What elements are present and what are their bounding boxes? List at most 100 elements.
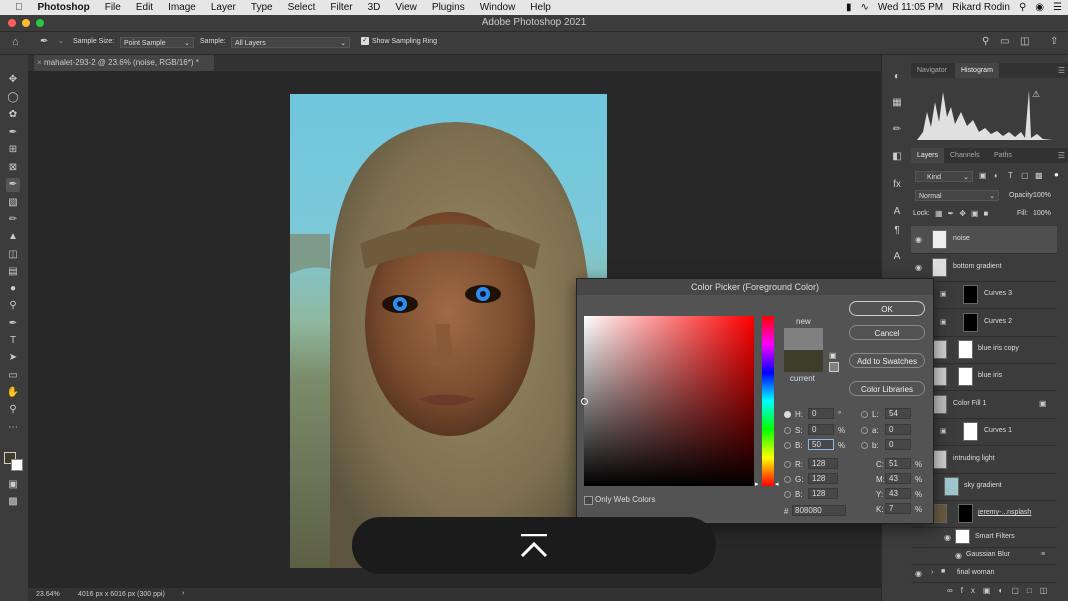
menu-view[interactable]: View xyxy=(395,2,417,13)
filter-toggle-icon[interactable]: ● xyxy=(1054,170,1059,179)
lab-b-input[interactable]: 0 xyxy=(885,439,911,450)
web-safe-swatch[interactable] xyxy=(829,362,839,372)
chevron-right-icon[interactable]: › xyxy=(931,569,933,576)
filter-type-icon[interactable]: T xyxy=(1008,171,1013,180)
chevron-up-icon[interactable] xyxy=(520,534,548,558)
h-radio[interactable] xyxy=(784,411,791,418)
r-input[interactable]: 128 xyxy=(808,458,838,469)
y-input[interactable]: 43 xyxy=(885,488,911,499)
hand-tool-icon[interactable]: ✋ xyxy=(6,386,20,400)
eye-icon[interactable]: ◉ xyxy=(944,533,951,542)
document-photo[interactable] xyxy=(290,94,607,568)
pen-tool-icon[interactable]: ✒ xyxy=(6,317,20,331)
lab-b-radio[interactable] xyxy=(861,442,868,449)
s-input[interactable]: 0 xyxy=(808,424,834,435)
r-radio[interactable] xyxy=(784,461,791,468)
path-select-tool-icon[interactable]: ➤ xyxy=(6,351,20,365)
chevron-down-icon[interactable]: ⌄ xyxy=(58,37,64,45)
background-color-swatch[interactable] xyxy=(11,459,23,471)
menu-app-name[interactable]: Photoshop xyxy=(38,2,90,13)
document-tab[interactable]: × mahalet-293-2 @ 23.6% (noise, RGB/16*)… xyxy=(34,55,214,71)
warning-icon[interactable]: ⚠ xyxy=(1032,89,1040,100)
marquee-tool-icon[interactable]: ◯ xyxy=(6,91,20,105)
eyedropper-preset-icon[interactable]: ✒ xyxy=(40,36,48,47)
add-to-swatches-button[interactable]: Add to Swatches xyxy=(849,353,925,368)
ok-button[interactable]: OK xyxy=(849,301,925,316)
eye-icon[interactable]: ◉ xyxy=(915,569,922,578)
color-libraries-button[interactable]: Color Libraries xyxy=(849,381,925,396)
battery-icon[interactable]: ▮ xyxy=(846,2,852,13)
hex-input[interactable]: 808080 xyxy=(792,505,846,516)
tab-layers[interactable]: Layers xyxy=(911,148,945,163)
show-ring-checkbox[interactable]: ✓ xyxy=(361,37,369,45)
layer-row-final-woman[interactable]: ◉ › ■ final woman xyxy=(911,565,1057,583)
notification-icon[interactable]: ☰ xyxy=(1053,2,1062,13)
lasso-tool-icon[interactable]: ✿ xyxy=(6,108,20,122)
filter-options-icon[interactable]: ≡ xyxy=(1041,551,1045,558)
color-panel-icon[interactable]: ◐ xyxy=(890,70,904,84)
control-center-icon[interactable]: ◉ xyxy=(1035,2,1044,13)
zoom-tool-icon[interactable]: ⚲ xyxy=(6,403,20,417)
h-input[interactable]: 0 xyxy=(808,408,834,419)
screen-mode-icon[interactable]: ▩ xyxy=(6,495,20,509)
blue-radio[interactable] xyxy=(784,491,791,498)
menu-type[interactable]: Type xyxy=(251,2,273,13)
workspace-icon[interactable]: ▭ xyxy=(1000,36,1009,47)
opacity-value[interactable]: 100% xyxy=(1033,192,1051,199)
menu-window[interactable]: Window xyxy=(480,2,516,13)
filter-shape-icon[interactable]: ▢ xyxy=(1021,171,1029,180)
wifi-icon[interactable]: ∿ xyxy=(861,2,869,13)
dodge-tool-icon[interactable]: ⚲ xyxy=(6,299,20,313)
menu-plugins[interactable]: Plugins xyxy=(432,2,465,13)
spotlight-icon[interactable]: ⚲ xyxy=(1019,2,1026,13)
cube-warning-icon[interactable]: ▣ xyxy=(829,351,837,360)
sample-select[interactable]: All Layers ⌄ xyxy=(231,37,350,48)
eraser-tool-icon[interactable]: ◫ xyxy=(6,248,20,262)
panel-menu-icon[interactable]: ☰ xyxy=(1058,66,1065,75)
gradient-tool-icon[interactable]: ▤ xyxy=(6,265,20,279)
only-web-colors-checkbox[interactable] xyxy=(584,496,593,505)
hue-slider-right-arrow-icon[interactable]: ◂ xyxy=(775,480,779,488)
menubar-datetime[interactable]: Wed 11:05 PM xyxy=(878,2,943,13)
menu-edit[interactable]: Edit xyxy=(136,2,153,13)
layer-kind-filter[interactable]: Kind ⌄ xyxy=(915,171,973,182)
s-radio[interactable] xyxy=(784,427,791,434)
crop-tool-icon[interactable]: ⊞ xyxy=(6,143,20,157)
quick-select-tool-icon[interactable]: ✒ xyxy=(6,126,20,140)
filter-adjustment-icon[interactable]: ◐ xyxy=(994,171,999,180)
cancel-button[interactable]: Cancel xyxy=(849,325,925,340)
tab-histogram[interactable]: Histogram xyxy=(955,63,999,78)
brush-panel-icon[interactable]: ✏ xyxy=(890,123,904,137)
swatches-panel-icon[interactable]: ▦ xyxy=(890,96,904,110)
blur-tool-icon[interactable]: ● xyxy=(6,282,20,296)
layer-row-noise[interactable]: ◉ noise xyxy=(911,226,1057,254)
eyedropper-tool-icon[interactable]: ✒ xyxy=(6,178,20,192)
menu-image[interactable]: Image xyxy=(168,2,196,13)
filter-smart-icon[interactable]: ▩ xyxy=(1035,171,1043,180)
blue-input[interactable]: 128 xyxy=(808,488,838,499)
quick-mask-icon[interactable]: ▣ xyxy=(6,478,20,492)
hue-slider[interactable] xyxy=(762,316,774,486)
l-radio[interactable] xyxy=(861,411,868,418)
eye-icon[interactable]: ◉ xyxy=(915,263,922,272)
a-input[interactable]: 0 xyxy=(885,424,911,435)
menu-file[interactable]: File xyxy=(105,2,121,13)
tab-close-icon[interactable]: × xyxy=(37,55,42,71)
hue-slider-left-arrow-icon[interactable]: ▸ xyxy=(755,480,759,488)
fill-value[interactable]: 100% xyxy=(1033,210,1051,217)
paragraph-panel-icon[interactable]: ¶ xyxy=(890,224,904,238)
frame-tool-icon[interactable]: ⊠ xyxy=(6,161,20,175)
stamp-tool-icon[interactable]: ▲ xyxy=(6,230,20,244)
smart-filters-row[interactable]: ◉ Smart Filters xyxy=(911,527,1057,548)
search-icon[interactable]: ⚲ xyxy=(982,36,989,47)
menu-help[interactable]: Help xyxy=(530,2,551,13)
menu-filter[interactable]: Filter xyxy=(330,2,352,13)
apple-icon[interactable]:  xyxy=(15,2,23,13)
bottom-overlay-bar[interactable] xyxy=(352,517,716,574)
brush-tool-icon[interactable]: ✏ xyxy=(6,213,20,227)
eye-icon[interactable]: ◉ xyxy=(915,235,922,244)
adjustments-panel-icon[interactable]: ◧ xyxy=(890,150,904,164)
type-tool-icon[interactable]: T xyxy=(6,334,20,348)
menu-layer[interactable]: Layer xyxy=(211,2,236,13)
tab-paths[interactable]: Paths xyxy=(988,148,1018,163)
